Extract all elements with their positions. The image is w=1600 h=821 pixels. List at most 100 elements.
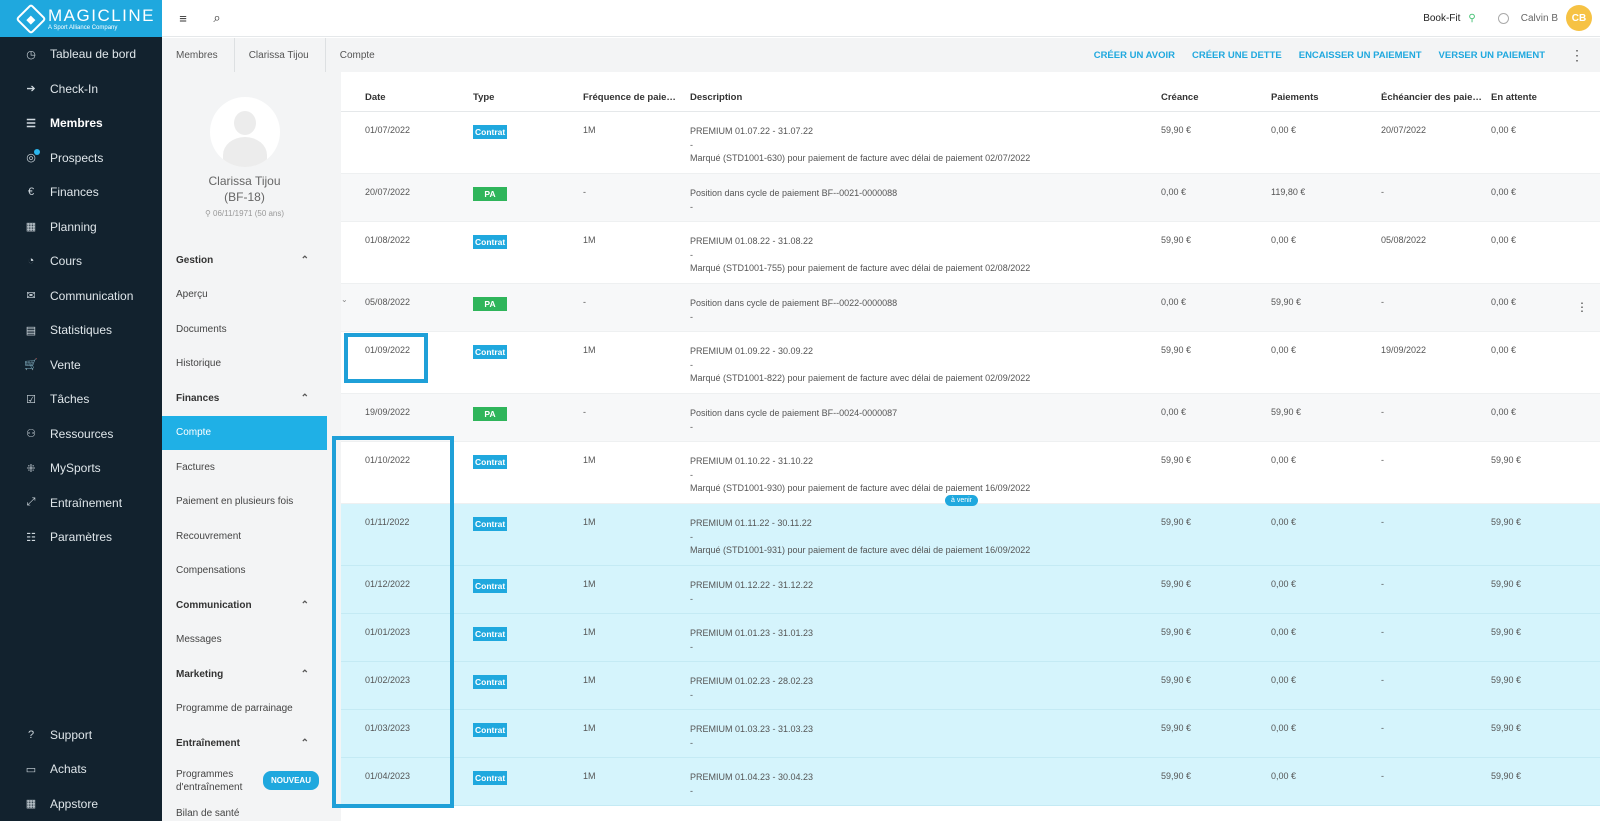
header-echeancier[interactable]: Échéancier des paiements <box>1381 92 1485 103</box>
nav.bottom-item-1[interactable]: ▭ Achats <box>0 752 162 787</box>
nav.items-item-3[interactable]: ◎ Prospects <box>0 141 162 176</box>
table-row[interactable]: 01/02/2023 Contrat 1M PREMIUM 01.02.23 - 28… <box>341 662 1600 710</box>
nav-icon: ◔ <box>27 255 35 268</box>
table-row[interactable]: 01/07/2022 Contrat 1M PREMIUM 01.07.22 - 31… <box>341 112 1600 174</box>
menu-parrainage[interactable]: Programme de parrainage <box>162 692 327 727</box>
cell-frequency: 1M <box>583 771 596 781</box>
nav.items-item-10[interactable]: ☑ Tâches <box>0 382 162 417</box>
section-finances[interactable]: Finances ⌃ <box>162 381 327 416</box>
header-description[interactable]: Description <box>690 92 1140 103</box>
row-menu-icon[interactable]: ⋮ <box>1576 300 1588 314</box>
cell-description: PREMIUM 01.07.22 - 31.07.22 - Marqué (STD1… <box>690 125 1140 166</box>
menu-historique[interactable]: Historique <box>162 347 327 382</box>
nav.bottom-item-2[interactable]: ▦ Appstore <box>0 787 162 821</box>
cell-attente: 0,00 € <box>1491 235 1517 245</box>
user-name[interactable]: Calvin B <box>1521 13 1558 24</box>
more-options-icon[interactable]: ⋮ <box>1570 47 1584 64</box>
nav.items-item-2[interactable]: ☰ Membres <box>0 106 162 141</box>
cell-creance: 0,00 € <box>1161 187 1187 197</box>
nav-icon: ☰ <box>26 117 36 130</box>
header-paiements[interactable]: Paiements <box>1271 92 1319 103</box>
cell-type: Contrat <box>473 723 511 739</box>
table-row[interactable]: 01/11/2022 Contrat 1M PREMIUM 01.11.22 - 30… <box>341 504 1600 566</box>
nav-items: ◷ Tableau de bord ➔ Check-In ☰ Membres ◎ Prospe… <box>0 37 162 555</box>
section-communication[interactable]: Communication ⌃ <box>162 588 327 623</box>
cell-date: 01/01/2023 <box>365 627 411 637</box>
cell-paiements: 0,00 € <box>1271 235 1297 245</box>
breadcrumb-item-compte: Compte <box>339 49 375 61</box>
menu-documents[interactable]: Documents <box>162 312 327 347</box>
create-credit-note-button[interactable]: CRÉER UN AVOIR <box>1094 50 1175 61</box>
breadcrumb-item-membres[interactable]: Membres <box>162 38 235 72</box>
logo[interactable]: ◆ MAGICLINE A Sport Alliance Company <box>0 0 162 37</box>
menu-paiement-plusieurs-fois[interactable]: Paiement en plusieurs fois <box>162 485 327 520</box>
header-type[interactable]: Type <box>473 92 533 103</box>
table-row[interactable]: 20/07/2022 PA - Position dans cycle de paie… <box>341 174 1600 222</box>
nav.items-item-6[interactable]: ◔ Cours <box>0 244 162 279</box>
menu-programmes[interactable]: Programmes d'entraînement NOUVEAU <box>162 761 327 801</box>
table-row[interactable]: ⌄ 05/08/2022 PA - Position dans cycle de pai… <box>341 284 1600 332</box>
menu-apercu[interactable]: Aperçu <box>162 278 327 313</box>
menu-factures[interactable]: Factures <box>162 450 327 485</box>
type-tag: Contrat <box>473 345 507 359</box>
table-row[interactable]: 01/12/2022 Contrat 1M PREMIUM 01.12.22 - 31… <box>341 566 1600 614</box>
cell-description: Position dans cycle de paiement BF--0021… <box>690 187 1140 214</box>
nav.items-item-12[interactable]: ⁜ MySports <box>0 451 162 486</box>
cell-creance: 59,90 € <box>1161 627 1192 637</box>
member-photo[interactable] <box>209 97 280 167</box>
create-debt-button[interactable]: CRÉER UNE DETTE <box>1192 50 1282 61</box>
header-attente[interactable]: En attente <box>1491 92 1537 103</box>
table-row[interactable]: 19/09/2022 PA - Position dans cycle de paie… <box>341 394 1600 442</box>
menu-compte[interactable]: Compte <box>162 415 327 450</box>
nav.bottom-item-0[interactable]: ? Support <box>0 718 162 753</box>
cell-paiements: 59,90 € <box>1271 407 1302 417</box>
nav.items-item-0[interactable]: ◷ Tableau de bord <box>0 37 162 72</box>
breadcrumb-item-member[interactable]: Clarissa Tijou <box>235 38 326 72</box>
nav.items-item-14[interactable]: ☷ Paramètres <box>0 520 162 555</box>
description-line: - <box>690 421 693 432</box>
section-entrainement[interactable]: Entraînement ⌃ <box>162 726 327 761</box>
description-line: - <box>690 469 693 480</box>
cell-attente: 0,00 € <box>1491 125 1517 135</box>
studio-selector[interactable]: Book-Fit <box>1423 13 1460 24</box>
nav.items-item-9[interactable]: 🛒 Vente <box>0 348 162 383</box>
menu-compensations[interactable]: Compensations <box>162 554 327 589</box>
header-frequency[interactable]: Fréquence de paiement <box>583 92 683 103</box>
nav.items-item-13[interactable]: ⤢ Entraînement <box>0 486 162 521</box>
table-row[interactable]: 01/04/2023 Contrat 1M PREMIUM 01.04.23 - 30… <box>341 758 1600 806</box>
chevron-down-icon[interactable]: ⌄ <box>341 295 348 304</box>
pay-out-button[interactable]: VERSER UN PAIEMENT <box>1439 50 1545 61</box>
search-icon[interactable]: ⌕ <box>210 10 224 25</box>
table-row[interactable]: 01/01/2023 Contrat 1M PREMIUM 01.01.23 - 31… <box>341 614 1600 662</box>
nav.items-item-8[interactable]: ▤ Statistiques <box>0 313 162 348</box>
nav.items-item-1[interactable]: ➔ Check-In <box>0 72 162 107</box>
menu-bilan-sante[interactable]: Bilan de santé <box>162 801 327 821</box>
nav.items-item-11[interactable]: ⚇ Ressources <box>0 417 162 452</box>
menu-messages[interactable]: Messages <box>162 623 327 658</box>
table-row[interactable]: 01/08/2022 Contrat 1M PREMIUM 01.08.22 - 31… <box>341 222 1600 284</box>
table-row[interactable]: 01/09/2022 Contrat 1M PREMIUM 01.09.22 - 30… <box>341 332 1600 394</box>
cell-attente: 59,90 € <box>1491 579 1522 589</box>
section-gestion[interactable]: Gestion ⌃ <box>162 243 327 278</box>
header-creance[interactable]: Créance <box>1161 92 1199 103</box>
section-marketing[interactable]: Marketing ⌃ <box>162 657 327 692</box>
nav.items-item-7[interactable]: ✉ Communication <box>0 279 162 314</box>
cell-echeancier: 20/07/2022 <box>1381 125 1427 135</box>
nav.items-item-5[interactable]: ▦ Planning <box>0 210 162 245</box>
cell-date: 01/07/2022 <box>365 125 411 135</box>
menu-icon[interactable]: ≡ <box>176 11 190 26</box>
cell-date: 01/08/2022 <box>365 235 411 245</box>
nav-icon: 🛒 <box>24 359 38 372</box>
collect-payment-button[interactable]: ENCAISSER UN PAIEMENT <box>1299 50 1422 61</box>
menu-recouvrement[interactable]: Recouvrement <box>162 519 327 554</box>
table-body: 01/07/2022 Contrat 1M PREMIUM 01.07.22 - 31… <box>341 112 1600 806</box>
cell-creance: 59,90 € <box>1161 771 1192 781</box>
section-label: Communication <box>176 599 252 611</box>
nav-label: Communication <box>50 288 134 303</box>
table-row[interactable]: 01/03/2023 Contrat 1M PREMIUM 01.03.23 - 31… <box>341 710 1600 758</box>
nav.items-item-4[interactable]: € Finances <box>0 175 162 210</box>
cell-echeancier: - <box>1381 517 1384 527</box>
avatar[interactable]: CB <box>1566 5 1592 31</box>
clock-icon[interactable] <box>1497 12 1509 24</box>
header-date[interactable]: Date <box>365 92 386 103</box>
